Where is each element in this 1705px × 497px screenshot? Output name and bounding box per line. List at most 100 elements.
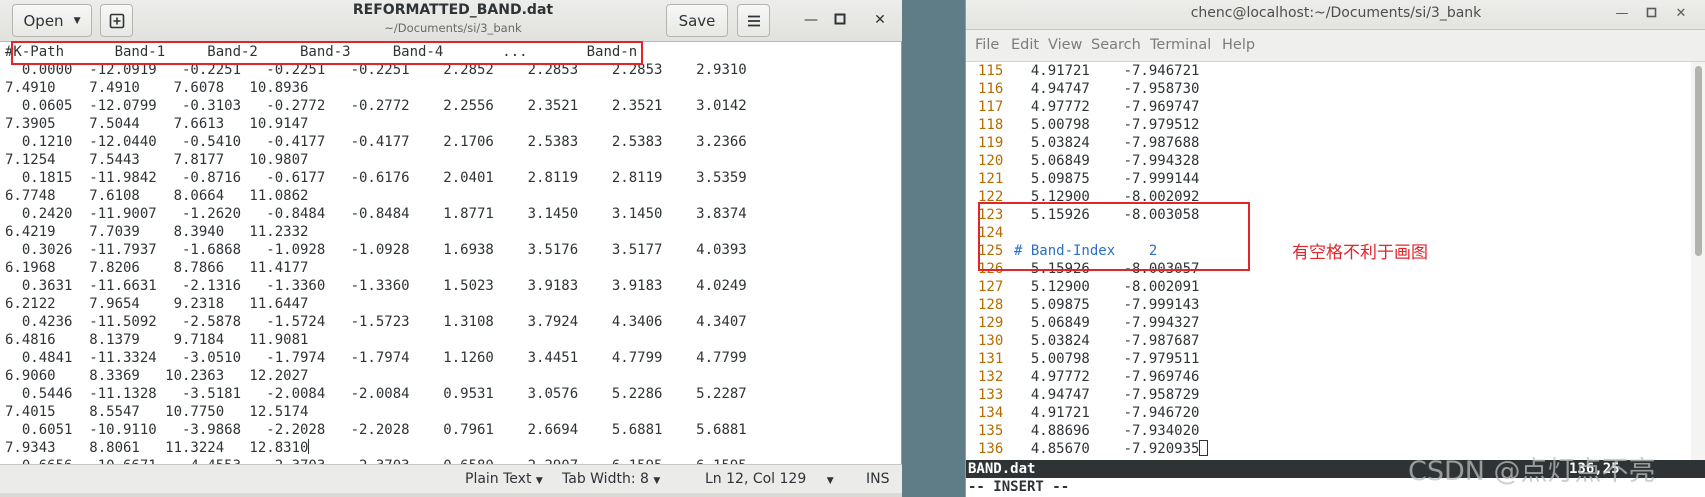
editor-line: 0.6051 -10.9110 -3.9868 -2.2028 -2.2028 … xyxy=(5,422,747,438)
menu-help[interactable]: Help xyxy=(1222,37,1255,53)
editor-line: 0.3631 -11.6631 -2.1316 -1.3360 -1.3360 … xyxy=(5,278,747,294)
line-number: 132 xyxy=(978,369,1004,385)
highlight-box-header xyxy=(11,41,643,65)
hamburger-menu-button[interactable] xyxy=(737,4,770,37)
menu-search[interactable]: Search xyxy=(1091,37,1141,53)
editor-line: 6.9060 8.3369 10.2363 12.2027 xyxy=(5,368,309,384)
line-text: 5.09875 -7.999144 xyxy=(1014,171,1200,187)
editor-line: 0.4236 -11.5092 -2.5878 -1.5724 -1.5723 … xyxy=(5,314,747,330)
minimize-icon[interactable]: — xyxy=(801,10,821,30)
line-number: 135 xyxy=(978,423,1004,439)
tab-width-label: Tab Width: 8 xyxy=(562,471,649,487)
maximize-icon[interactable] xyxy=(830,10,850,30)
vim-line: 120 5.06849 -7.994328 xyxy=(978,152,1690,170)
line-text: 5.00798 -7.979511 xyxy=(1014,351,1200,367)
line-text: 4.97772 -7.969746 xyxy=(1014,369,1200,385)
editor-line: 7.3905 7.5044 7.6613 10.9147 xyxy=(5,116,309,132)
line-number: 129 xyxy=(978,315,1004,331)
tab-width-selector[interactable]: Tab Width: 8 ▼ xyxy=(562,471,660,487)
syntax-selector[interactable]: Plain Text ▼ xyxy=(465,471,543,487)
hamburger-icon xyxy=(747,15,760,26)
vim-line: 133 4.94747 -7.958729 xyxy=(978,386,1690,404)
gedit-statusbar: Plain Text ▼ Tab Width: 8 ▼ Ln 12, Col 1… xyxy=(0,464,902,493)
annotation-note: 有空格不利于画图 xyxy=(1292,243,1428,263)
editor-line: 7.4910 7.4910 7.6078 10.8936 xyxy=(5,80,309,96)
chevron-down-icon: ▼ xyxy=(535,476,543,486)
close-icon[interactable]: ✕ xyxy=(870,10,890,30)
editor-line: 6.4219 7.7039 8.3940 11.2332 xyxy=(5,224,309,240)
vim-line: 128 5.09875 -7.999143 xyxy=(978,296,1690,314)
vim-line: 115 4.91721 -7.946721 xyxy=(978,62,1690,80)
line-number: 133 xyxy=(978,387,1004,403)
vim-cursor xyxy=(1199,440,1209,456)
line-number: 117 xyxy=(978,99,1004,115)
terminal-scrollbar[interactable] xyxy=(1691,62,1705,460)
line-text: 4.91721 -7.946720 xyxy=(1014,405,1200,421)
editor-line: 6.1968 7.8206 8.7866 11.4177 xyxy=(5,260,309,276)
editor-line: 6.2122 7.9654 9.2318 11.6447 xyxy=(5,296,309,312)
save-button[interactable]: Save xyxy=(666,4,728,37)
vim-line: 134 4.91721 -7.946720 xyxy=(978,404,1690,422)
cursor-position-selector[interactable]: Ln 12, Col 129 ▼ xyxy=(705,471,834,487)
editor-line: 0.4841 -11.3324 -3.0510 -1.7974 -1.7974 … xyxy=(5,350,747,366)
line-text: 5.03824 -7.987688 xyxy=(1014,135,1200,151)
line-number: 128 xyxy=(978,297,1004,313)
line-number: 115 xyxy=(978,63,1004,79)
vim-line: 129 5.06849 -7.994327 xyxy=(978,314,1690,332)
document-path: ~/Documents/si/3_bank xyxy=(384,21,522,35)
line-text: 4.97772 -7.969747 xyxy=(1014,99,1200,115)
scrollbar-thumb[interactable] xyxy=(1695,66,1702,256)
line-number: 131 xyxy=(978,351,1004,367)
maximize-icon[interactable] xyxy=(1642,5,1660,23)
editor-line: 0.2420 -11.9007 -1.2620 -0.8484 -0.8484 … xyxy=(5,206,747,222)
line-number: 121 xyxy=(978,171,1004,187)
new-document-button[interactable] xyxy=(100,4,133,37)
terminal-titlebar: chenc@localhost:~/Documents/si/3_bank — … xyxy=(966,0,1705,30)
vim-line: 127 5.12900 -8.002091 xyxy=(978,278,1690,296)
vim-line: 116 4.94747 -7.958730 xyxy=(978,80,1690,98)
editor-line: 7.4015 8.5547 10.7750 12.5174 xyxy=(5,404,309,420)
line-text: 4.88696 -7.934020 xyxy=(1014,423,1200,439)
cursor-position-label: Ln 12, Col 129 xyxy=(705,471,807,487)
vim-filename: BAND.dat xyxy=(968,461,1036,477)
line-text: 5.06849 -7.994327 xyxy=(1014,315,1200,331)
vim-line: 117 4.97772 -7.969747 xyxy=(978,98,1690,116)
close-icon[interactable]: ✕ xyxy=(1672,5,1690,23)
document-title: REFORMATTED_BAND.dat xyxy=(352,2,554,18)
vim-line: 135 4.88696 -7.934020 xyxy=(978,422,1690,440)
terminal-title: chenc@localhost:~/Documents/si/3_bank xyxy=(1190,5,1482,21)
menu-file[interactable]: File xyxy=(975,37,999,53)
line-text: 4.91721 -7.946721 xyxy=(1014,63,1200,79)
line-number: 127 xyxy=(978,279,1004,295)
editor-line: 0.3026 -11.7937 -1.6868 -1.0928 -1.0928 … xyxy=(5,242,747,258)
line-text: 4.94747 -7.958729 xyxy=(1014,387,1200,403)
line-number: 134 xyxy=(978,405,1004,421)
vim-line: 119 5.03824 -7.987688 xyxy=(978,134,1690,152)
line-text: 5.06849 -7.994328 xyxy=(1014,153,1200,169)
editor-line: 6.4816 8.1379 9.7184 11.9081 xyxy=(5,332,309,348)
line-text: 4.94747 -7.958730 xyxy=(1014,81,1200,97)
editor-line: 0.0605 -12.0799 -0.3103 -0.2772 -0.2772 … xyxy=(5,98,747,114)
line-text: 5.00798 -7.979512 xyxy=(1014,117,1200,133)
new-tab-icon xyxy=(109,13,124,28)
vim-line: 131 5.00798 -7.979511 xyxy=(978,350,1690,368)
chevron-down-icon: ▼ xyxy=(73,15,81,26)
menu-edit[interactable]: Edit xyxy=(1011,37,1039,53)
line-number: 119 xyxy=(978,135,1004,151)
line-number: 136 xyxy=(978,441,1004,457)
vim-line: 130 5.03824 -7.987687 xyxy=(978,332,1690,350)
editor-line: 7.1254 7.5443 7.8177 10.9807 xyxy=(5,152,309,168)
editor-line: 0.5446 -11.1328 -3.5181 -2.0084 -2.0084 … xyxy=(5,386,747,402)
menu-view[interactable]: View xyxy=(1048,37,1082,53)
text-editor-area[interactable]: #K-Path Band-1 Band-2 Band-3 Band-4 ... … xyxy=(0,42,902,464)
editor-line: 7.9343 8.8061 11.3224 12.8310 xyxy=(5,439,310,456)
menu-terminal[interactable]: Terminal xyxy=(1150,37,1211,53)
insert-mode-indicator[interactable]: INS xyxy=(866,471,890,487)
editor-line: 0.1210 -12.0440 -0.5410 -0.4177 -0.4177 … xyxy=(5,134,747,150)
minimize-icon[interactable]: — xyxy=(1613,5,1631,23)
open-button[interactable]: Open ▼ xyxy=(12,4,92,37)
line-text: 5.03824 -7.987687 xyxy=(1014,333,1200,349)
terminal-menubar: File Edit View Search Terminal Help xyxy=(966,30,1705,62)
gedit-headerbar: Open ▼ REFORMATTED_BAND.dat ~/Documents/… xyxy=(0,0,902,42)
line-text: 4.85670 -7.920935 xyxy=(1014,441,1200,457)
